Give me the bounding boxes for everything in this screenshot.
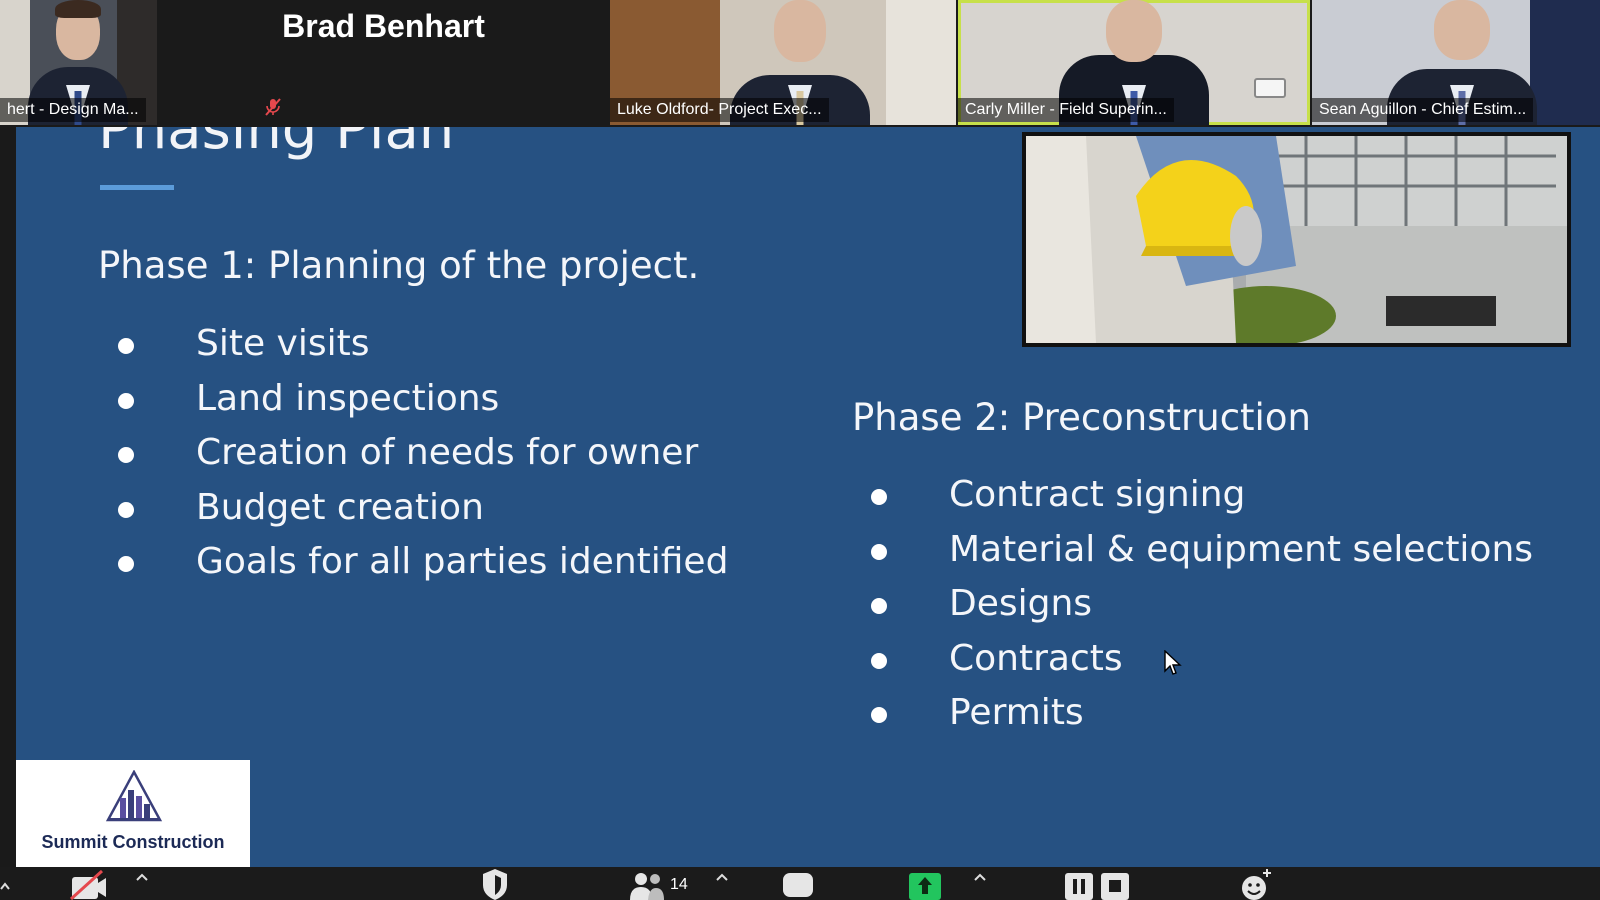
logo-text: Summit Construction	[41, 832, 225, 852]
hard-hat-photo-icon	[1026, 136, 1567, 343]
participant-tile-1[interactable]: hert - Design Ma...	[0, 0, 157, 125]
share-options-chevron-icon[interactable]	[972, 867, 988, 900]
bullet-dot	[871, 598, 887, 614]
bullet-dot	[118, 447, 134, 463]
construction-worker-photo	[1022, 132, 1571, 347]
title-underline	[100, 185, 174, 190]
security-shield-icon[interactable]	[479, 867, 511, 900]
bullet-dot	[118, 556, 134, 572]
chevron-up-icon[interactable]	[0, 867, 12, 900]
list-item: Contract signing	[871, 475, 1533, 530]
participant-name: hert - Design Ma...	[0, 98, 146, 122]
participant-name: Carly Miller - Field Superin...	[958, 98, 1174, 122]
participant-display-name: Brad Benhart	[282, 8, 485, 44]
mouse-cursor-icon	[1164, 650, 1182, 675]
list-item: Permits	[871, 693, 1533, 748]
participant-name: Luke Oldford- Project Exec...	[610, 98, 829, 122]
chat-icon[interactable]	[781, 867, 815, 900]
participant-tile-brad[interactable]: Brad Benhart	[157, 0, 610, 125]
slide-title: Phasing Plan	[98, 127, 455, 162]
reactions-icon[interactable]	[1238, 867, 1274, 900]
participant-count: 14	[670, 876, 688, 893]
video-off-icon[interactable]	[68, 867, 108, 900]
list-item: Designs	[871, 584, 1533, 639]
phase1-list: Site visits Land inspections Creation of…	[118, 324, 728, 597]
shared-slide: Phasing Plan Phase 1: Planning of the pr…	[16, 127, 1600, 867]
participants-options-chevron-icon[interactable]	[714, 867, 730, 900]
phase1-heading: Phase 1: Planning of the project.	[98, 244, 700, 287]
pause-recording-icon[interactable]	[1064, 867, 1094, 900]
bullet-dot	[118, 392, 134, 409]
participants-icon[interactable]	[628, 867, 666, 900]
participant-tile-active-speaker[interactable]: Carly Miller - Field Superin...	[958, 0, 1310, 125]
list-item: Goals for all parties identified	[118, 542, 728, 597]
phase2-heading: Phase 2: Preconstruction	[852, 396, 1311, 439]
bullet-dot	[118, 501, 134, 518]
mic-muted-icon	[265, 98, 281, 116]
participant-name: Sean Aguillon - Chief Estim...	[1312, 98, 1534, 122]
list-item: Site visits	[118, 324, 728, 379]
phase2-list: Contract signing Material & equipment se…	[871, 475, 1533, 748]
share-screen-icon[interactable]	[907, 867, 943, 900]
list-item: Land inspections	[118, 378, 728, 434]
participant-tile-5[interactable]: Sean Aguillon - Chief Estim...	[1312, 0, 1600, 125]
meeting-toolbar: 14	[0, 867, 1600, 900]
bullet-dot	[118, 338, 134, 354]
bullet-dot	[871, 652, 887, 669]
participant-strip: hert - Design Ma... Brad Benhart Luke Ol…	[0, 0, 1600, 127]
list-item: Material & equipment selections	[871, 529, 1533, 585]
stop-recording-icon[interactable]	[1100, 867, 1130, 900]
list-item: Contracts	[871, 638, 1533, 694]
participant-tile-3[interactable]: Luke Oldford- Project Exec...	[610, 0, 956, 125]
video-options-chevron-icon[interactable]	[134, 867, 150, 900]
mountain-building-logo-icon	[105, 770, 163, 822]
bullet-dot	[871, 489, 887, 505]
company-logo: Summit Construction	[16, 760, 250, 867]
bullet-dot	[871, 543, 887, 560]
list-item: Creation of needs for owner	[118, 433, 728, 488]
bullet-dot	[871, 707, 887, 723]
list-item: Budget creation	[118, 487, 728, 543]
